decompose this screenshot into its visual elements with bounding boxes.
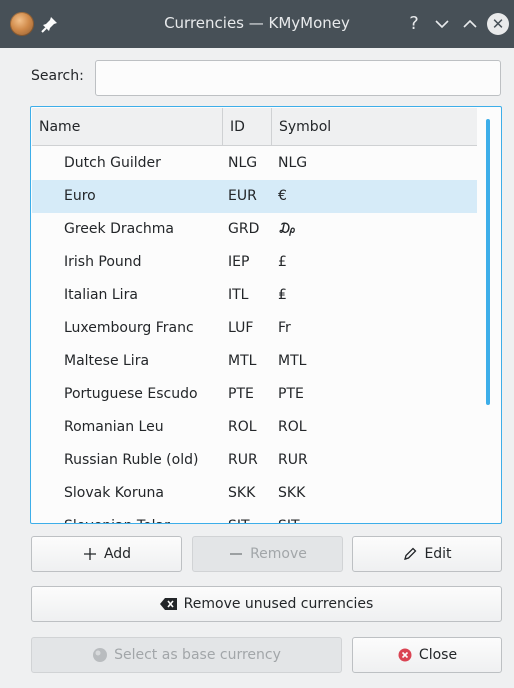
edit-button[interactable]: Edit bbox=[352, 536, 502, 572]
backspace-icon bbox=[159, 598, 177, 610]
table-row[interactable]: Irish Pound IEP £ bbox=[32, 246, 477, 279]
currency-id-cell: GRD bbox=[228, 221, 260, 237]
help-button[interactable]: ? bbox=[402, 12, 426, 36]
currency-symbol-cell: MTL bbox=[278, 353, 307, 369]
table-row[interactable]: Slovak Koruna SKK SKK bbox=[32, 477, 477, 510]
currency-name-cell: Portuguese Escudo bbox=[64, 386, 198, 402]
chevron-down-icon bbox=[435, 20, 449, 29]
remove-button[interactable]: Remove bbox=[192, 536, 343, 572]
table-row[interactable]: Euro EUR € bbox=[32, 180, 477, 213]
remove-unused-currencies-button[interactable]: Remove unused currencies bbox=[31, 586, 502, 622]
currency-symbol-cell: ₤ bbox=[278, 287, 287, 303]
edit-button-label: Edit bbox=[424, 546, 452, 562]
table-row[interactable]: Luxembourg Franc LUF Fr bbox=[32, 312, 477, 345]
currency-name-cell: Slovenian Tolar bbox=[64, 510, 170, 523]
currency-symbol-cell: Fr bbox=[278, 320, 291, 336]
currency-symbol-cell: NLG bbox=[278, 155, 308, 171]
search-label: Search: bbox=[31, 68, 84, 84]
currency-id-cell: IEP bbox=[228, 254, 250, 270]
add-button[interactable]: Add bbox=[31, 536, 182, 572]
currency-id-cell: NLG bbox=[228, 155, 258, 171]
table-row[interactable]: Maltese Lira MTL MTL bbox=[32, 345, 477, 378]
table-row[interactable]: Romanian Leu ROL ROL bbox=[32, 411, 477, 444]
currency-name-cell: Romanian Leu bbox=[64, 419, 164, 435]
vertical-scrollbar[interactable] bbox=[486, 119, 490, 405]
currency-table: Name ID Symbol Dutch Guilder NLG NLG Euro EU… bbox=[30, 106, 502, 524]
currency-name-cell: Euro bbox=[64, 188, 96, 204]
select-base-label: Select as base currency bbox=[114, 647, 281, 663]
currency-id-cell: SKK bbox=[228, 485, 256, 501]
close-icon: ✕ bbox=[487, 13, 509, 35]
close-window-button[interactable]: ✕ bbox=[486, 12, 510, 36]
close-button[interactable]: Close bbox=[352, 637, 502, 673]
chevron-up-icon bbox=[463, 19, 477, 28]
currency-id-cell: LUF bbox=[228, 320, 254, 336]
currency-id-cell: ROL bbox=[228, 419, 257, 435]
remove-button-label: Remove bbox=[250, 546, 307, 562]
table-row[interactable]: Greek Drachma GRD ₯ bbox=[32, 213, 477, 246]
minimize-button[interactable] bbox=[430, 12, 454, 36]
currency-id-cell: MTL bbox=[228, 353, 257, 369]
maximize-button[interactable] bbox=[458, 12, 482, 36]
search-input[interactable] bbox=[95, 60, 501, 96]
table-body: Dutch Guilder NLG NLG Euro EUR € Greek Drachma… bbox=[32, 147, 477, 523]
currency-id-cell: RUR bbox=[228, 452, 258, 468]
select-base-currency-button[interactable]: Select as base currency bbox=[31, 637, 342, 673]
column-header-name[interactable]: Name bbox=[32, 108, 223, 146]
table-header: Name ID Symbol bbox=[32, 108, 477, 146]
minus-icon bbox=[230, 553, 243, 555]
currency-id-cell: ITL bbox=[228, 287, 249, 303]
currency-name-cell: Irish Pound bbox=[64, 254, 142, 270]
close-button-label: Close bbox=[418, 647, 458, 663]
currency-symbol-cell: € bbox=[278, 188, 287, 204]
plus-icon bbox=[83, 548, 96, 560]
currency-symbol-cell: SIT bbox=[278, 510, 300, 523]
currency-symbol-cell: ROL bbox=[278, 419, 307, 435]
add-button-label: Add bbox=[103, 546, 132, 562]
currency-symbol-cell: PTE bbox=[278, 386, 304, 402]
currency-name-cell: Slovak Koruna bbox=[64, 485, 164, 501]
currency-symbol-cell: RUR bbox=[278, 452, 308, 468]
pencil-icon bbox=[404, 547, 417, 560]
remove-unused-label: Remove unused currencies bbox=[183, 596, 374, 612]
currency-name-cell: Russian Ruble (old) bbox=[64, 452, 199, 468]
currency-symbol-cell: £ bbox=[278, 254, 287, 270]
currency-name-cell: Luxembourg Franc bbox=[64, 320, 194, 336]
currency-name-cell: Greek Drachma bbox=[64, 221, 174, 237]
currency-name-cell: Maltese Lira bbox=[64, 353, 150, 369]
currency-name-cell: Dutch Guilder bbox=[64, 155, 161, 171]
coin-icon bbox=[93, 648, 108, 662]
table-row[interactable]: Russian Ruble (old) RUR RUR bbox=[32, 444, 477, 477]
title-bar: Currencies — KMyMoney ? ✕ bbox=[0, 0, 514, 48]
currency-id-cell: SIT bbox=[228, 510, 250, 523]
currency-id-cell: EUR bbox=[228, 188, 257, 204]
table-row[interactable]: Dutch Guilder NLG NLG bbox=[32, 147, 477, 180]
currency-name-cell: Italian Lira bbox=[64, 287, 138, 303]
column-header-id[interactable]: ID bbox=[223, 108, 272, 146]
table-row[interactable]: Slovenian Tolar SIT SIT bbox=[32, 510, 477, 523]
table-row[interactable]: Portuguese Escudo PTE PTE bbox=[32, 378, 477, 411]
currency-symbol-cell: SKK bbox=[278, 485, 306, 501]
column-header-symbol[interactable]: Symbol bbox=[272, 108, 477, 146]
currency-id-cell: PTE bbox=[228, 386, 254, 402]
currency-symbol-cell: ₯ bbox=[278, 221, 296, 237]
close-circle-icon bbox=[398, 648, 412, 662]
table-row[interactable]: Italian Lira ITL ₤ bbox=[32, 279, 477, 312]
